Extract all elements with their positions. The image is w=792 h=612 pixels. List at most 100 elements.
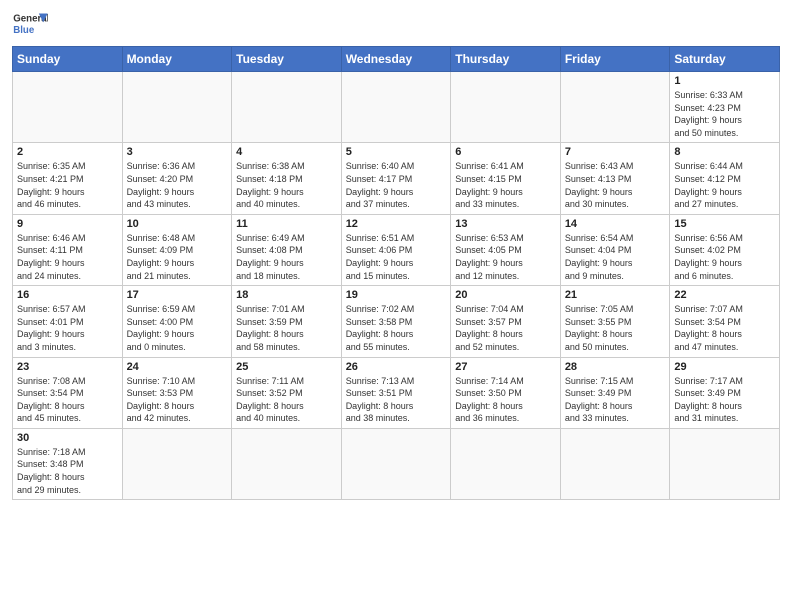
calendar-cell: 14 Sunrise: 6:54 AM Sunset: 4:04 PM Dayli… [560, 214, 670, 285]
day-info: Sunrise: 6:35 AM Sunset: 4:21 PM Dayligh… [17, 160, 118, 210]
day-info: Sunrise: 6:38 AM Sunset: 4:18 PM Dayligh… [236, 160, 337, 210]
generalblue-logo-icon: General Blue [12, 10, 48, 40]
day-info: Sunrise: 7:14 AM Sunset: 3:50 PM Dayligh… [455, 375, 556, 425]
day-number: 16 [17, 289, 118, 301]
day-info: Sunrise: 6:59 AM Sunset: 4:00 PM Dayligh… [127, 303, 228, 353]
calendar-cell [560, 428, 670, 499]
day-info: Sunrise: 6:36 AM Sunset: 4:20 PM Dayligh… [127, 160, 228, 210]
week-row-3: 9 Sunrise: 6:46 AM Sunset: 4:11 PM Daylig… [13, 214, 780, 285]
day-number: 1 [674, 75, 775, 87]
day-info: Sunrise: 6:53 AM Sunset: 4:05 PM Dayligh… [455, 232, 556, 282]
day-number: 24 [127, 361, 228, 373]
calendar-cell [232, 72, 342, 143]
calendar-cell: 6 Sunrise: 6:41 AM Sunset: 4:15 PM Daylig… [451, 143, 561, 214]
day-number: 8 [674, 146, 775, 158]
day-number: 25 [236, 361, 337, 373]
calendar-cell: 30Sunrise: 7:18 AM Sunset: 3:48 PM Dayli… [13, 428, 123, 499]
calendar-cell [122, 428, 232, 499]
calendar-cell: 28 Sunrise: 7:15 AM Sunset: 3:49 PM Dayli… [560, 357, 670, 428]
calendar-cell: 23 Sunrise: 7:08 AM Sunset: 3:54 PM Dayli… [13, 357, 123, 428]
calendar-cell: 11 Sunrise: 6:49 AM Sunset: 4:08 PM Dayli… [232, 214, 342, 285]
day-info: Sunrise: 7:04 AM Sunset: 3:57 PM Dayligh… [455, 303, 556, 353]
calendar-cell: 15 Sunrise: 6:56 AM Sunset: 4:02 PM Dayli… [670, 214, 780, 285]
weekday-header-friday: Friday [560, 47, 670, 72]
day-number: 19 [346, 289, 447, 301]
calendar-cell: 13 Sunrise: 6:53 AM Sunset: 4:05 PM Dayli… [451, 214, 561, 285]
day-number: 9 [17, 218, 118, 230]
day-info: Sunrise: 6:41 AM Sunset: 4:15 PM Dayligh… [455, 160, 556, 210]
calendar-cell [122, 72, 232, 143]
calendar-cell: 4 Sunrise: 6:38 AM Sunset: 4:18 PM Daylig… [232, 143, 342, 214]
calendar-cell: 20Sunrise: 7:04 AM Sunset: 3:57 PM Dayli… [451, 286, 561, 357]
calendar-cell: 5 Sunrise: 6:40 AM Sunset: 4:17 PM Daylig… [341, 143, 451, 214]
weekday-header-monday: Monday [122, 47, 232, 72]
weekday-header-wednesday: Wednesday [341, 47, 451, 72]
calendar-cell [451, 72, 561, 143]
week-row-4: 16Sunrise: 6:57 AM Sunset: 4:01 PM Dayli… [13, 286, 780, 357]
day-info: Sunrise: 6:49 AM Sunset: 4:08 PM Dayligh… [236, 232, 337, 282]
calendar-cell: 26 Sunrise: 7:13 AM Sunset: 3:51 PM Dayli… [341, 357, 451, 428]
day-number: 12 [346, 218, 447, 230]
day-number: 10 [127, 218, 228, 230]
calendar-cell: 24 Sunrise: 7:10 AM Sunset: 3:53 PM Dayli… [122, 357, 232, 428]
day-info: Sunrise: 7:13 AM Sunset: 3:51 PM Dayligh… [346, 375, 447, 425]
calendar-cell: 2Sunrise: 6:35 AM Sunset: 4:21 PM Daylig… [13, 143, 123, 214]
calendar-cell [451, 428, 561, 499]
day-info: Sunrise: 7:07 AM Sunset: 3:54 PM Dayligh… [674, 303, 775, 353]
day-info: Sunrise: 6:40 AM Sunset: 4:17 PM Dayligh… [346, 160, 447, 210]
day-number: 15 [674, 218, 775, 230]
day-info: Sunrise: 6:56 AM Sunset: 4:02 PM Dayligh… [674, 232, 775, 282]
weekday-header-sunday: Sunday [13, 47, 123, 72]
day-number: 23 [17, 361, 118, 373]
day-number: 26 [346, 361, 447, 373]
day-number: 14 [565, 218, 666, 230]
day-number: 4 [236, 146, 337, 158]
day-number: 11 [236, 218, 337, 230]
day-info: Sunrise: 7:02 AM Sunset: 3:58 PM Dayligh… [346, 303, 447, 353]
day-info: Sunrise: 6:46 AM Sunset: 4:11 PM Dayligh… [17, 232, 118, 282]
calendar-cell: 29Sunrise: 7:17 AM Sunset: 3:49 PM Dayli… [670, 357, 780, 428]
weekday-header-saturday: Saturday [670, 47, 780, 72]
calendar-cell: 22 Sunrise: 7:07 AM Sunset: 3:54 PM Dayli… [670, 286, 780, 357]
day-info: Sunrise: 7:17 AM Sunset: 3:49 PM Dayligh… [674, 375, 775, 425]
week-row-5: 23 Sunrise: 7:08 AM Sunset: 3:54 PM Dayli… [13, 357, 780, 428]
weekday-header-tuesday: Tuesday [232, 47, 342, 72]
day-info: Sunrise: 6:43 AM Sunset: 4:13 PM Dayligh… [565, 160, 666, 210]
calendar-cell: 17 Sunrise: 6:59 AM Sunset: 4:00 PM Dayli… [122, 286, 232, 357]
day-number: 13 [455, 218, 556, 230]
week-row-2: 2Sunrise: 6:35 AM Sunset: 4:21 PM Daylig… [13, 143, 780, 214]
calendar-cell [670, 428, 780, 499]
day-info: Sunrise: 7:08 AM Sunset: 3:54 PM Dayligh… [17, 375, 118, 425]
calendar-cell [341, 428, 451, 499]
day-number: 5 [346, 146, 447, 158]
day-info: Sunrise: 7:15 AM Sunset: 3:49 PM Dayligh… [565, 375, 666, 425]
day-number: 7 [565, 146, 666, 158]
calendar-cell: 9 Sunrise: 6:46 AM Sunset: 4:11 PM Daylig… [13, 214, 123, 285]
day-number: 21 [565, 289, 666, 301]
day-info: Sunrise: 6:54 AM Sunset: 4:04 PM Dayligh… [565, 232, 666, 282]
day-number: 3 [127, 146, 228, 158]
calendar-cell: 19 Sunrise: 7:02 AM Sunset: 3:58 PM Dayli… [341, 286, 451, 357]
calendar-cell: 18Sunrise: 7:01 AM Sunset: 3:59 PM Dayli… [232, 286, 342, 357]
calendar-cell [232, 428, 342, 499]
day-info: Sunrise: 6:48 AM Sunset: 4:09 PM Dayligh… [127, 232, 228, 282]
day-info: Sunrise: 7:05 AM Sunset: 3:55 PM Dayligh… [565, 303, 666, 353]
calendar-page: General Blue SundayMondayTuesdayWednesda… [0, 0, 792, 612]
day-number: 17 [127, 289, 228, 301]
day-info: Sunrise: 6:33 AM Sunset: 4:23 PM Dayligh… [674, 89, 775, 139]
day-number: 28 [565, 361, 666, 373]
day-info: Sunrise: 7:10 AM Sunset: 3:53 PM Dayligh… [127, 375, 228, 425]
calendar-cell: 12Sunrise: 6:51 AM Sunset: 4:06 PM Dayli… [341, 214, 451, 285]
header: General Blue [12, 10, 780, 40]
calendar-cell [341, 72, 451, 143]
day-info: Sunrise: 6:44 AM Sunset: 4:12 PM Dayligh… [674, 160, 775, 210]
calendar-cell [560, 72, 670, 143]
day-number: 30 [17, 432, 118, 444]
day-number: 27 [455, 361, 556, 373]
calendar-cell: 7 Sunrise: 6:43 AM Sunset: 4:13 PM Daylig… [560, 143, 670, 214]
calendar-cell: 3 Sunrise: 6:36 AM Sunset: 4:20 PM Daylig… [122, 143, 232, 214]
day-number: 6 [455, 146, 556, 158]
logo: General Blue [12, 10, 48, 40]
day-number: 22 [674, 289, 775, 301]
calendar-cell: 25Sunrise: 7:11 AM Sunset: 3:52 PM Dayli… [232, 357, 342, 428]
